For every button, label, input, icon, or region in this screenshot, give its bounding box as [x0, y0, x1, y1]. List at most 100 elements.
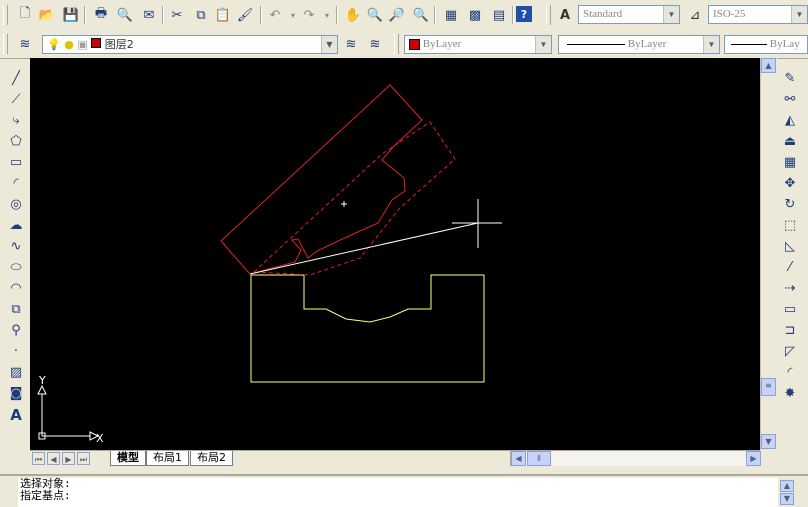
command-line-1: 选择对象: [20, 477, 71, 490]
chevron-down-icon[interactable]: ▼ [791, 6, 807, 23]
arc-icon[interactable]: ◜ [6, 173, 26, 194]
chevron-down-icon[interactable]: ▼ [321, 36, 337, 53]
separator [512, 6, 514, 24]
zoom-previous-icon[interactable]: 🔍 [412, 6, 430, 24]
stretch-icon[interactable]: ◺ [780, 236, 800, 257]
hatch-icon[interactable]: ▨ [6, 362, 26, 383]
linetype-select[interactable]: ByLayer ▼ [558, 35, 720, 54]
standard-toolbar: 🗋 📂 💾 🖶 🔍 ✉ ✂ ⧉ 📋 🖌 ↶ ▾ ↷ ▾ ✋ 🔍 🔎 🔍 ▦ ▩ … [0, 0, 808, 31]
lineweight-sample [731, 43, 767, 45]
text-style-select[interactable]: Standard ▼ [578, 5, 680, 24]
tab-layout2[interactable]: 布局2 [190, 451, 233, 466]
toolbar-grip[interactable] [3, 5, 8, 25]
layer-previous-icon[interactable]: ≋ [366, 35, 384, 53]
yellow-profile [250, 274, 485, 383]
color-value: ByLayer [422, 38, 462, 50]
scroll-thumb[interactable]: ≡ [761, 378, 776, 396]
insert-block-icon[interactable]: ⧉ [6, 299, 26, 320]
first-tab-icon[interactable]: ⏮ [32, 452, 45, 465]
array-icon[interactable]: ▦ [780, 152, 800, 173]
dim-style-icon: ⊿ [689, 7, 701, 23]
region-icon[interactable]: ◙ [6, 383, 26, 404]
scroll-left-icon[interactable]: ◀ [511, 451, 526, 466]
next-tab-icon[interactable]: ▶ [62, 452, 75, 465]
make-current-layer-icon[interactable]: ≋ [342, 35, 360, 53]
toolbar-grip[interactable] [394, 34, 399, 54]
chamfer-icon[interactable]: ◸ [780, 341, 800, 362]
redo-icon[interactable]: ↷ [300, 6, 318, 24]
toolbar-grip[interactable] [546, 5, 551, 25]
open-file-icon[interactable]: 📂 [38, 6, 56, 24]
copy-icon[interactable]: ⧉ [192, 6, 210, 24]
polygon-icon[interactable]: ⬠ [6, 131, 26, 152]
break-icon[interactable]: ▭ [780, 299, 800, 320]
join-icon[interactable]: ⊐ [780, 320, 800, 341]
help-icon[interactable]: ? [516, 6, 532, 22]
chevron-down-icon[interactable]: ▼ [703, 36, 719, 53]
cmd-scroll-up-icon[interactable]: ▲ [780, 480, 794, 492]
cmd-scroll-down-icon[interactable]: ▼ [780, 493, 794, 505]
make-block-icon[interactable]: ⚲ [6, 320, 26, 341]
explode-icon[interactable]: ✸ [780, 383, 800, 404]
lineweight-select[interactable]: ByLay [724, 35, 808, 54]
design-center-icon[interactable]: ▩ [466, 6, 484, 24]
zoom-realtime-icon[interactable]: 🔍 [366, 6, 384, 24]
zoom-window-icon[interactable]: 🔎 [388, 6, 406, 24]
publish-icon[interactable]: ✉ [140, 6, 158, 24]
spline-icon[interactable]: ∿ [6, 236, 26, 257]
erase-icon[interactable]: ✎ [780, 68, 800, 89]
color-select[interactable]: ByLayer ▼ [404, 35, 552, 54]
prev-tab-icon[interactable]: ◀ [47, 452, 60, 465]
ellipse-icon[interactable]: ⬭ [6, 257, 26, 278]
command-history[interactable]: 选择对象: 指定基点: [18, 478, 778, 507]
h-scroll-thumb[interactable]: ⦀ [527, 451, 551, 466]
print-icon[interactable]: 🖶 [92, 6, 110, 24]
cut-icon[interactable]: ✂ [168, 6, 186, 24]
new-file-icon[interactable]: 🗋 [16, 6, 34, 24]
move-icon[interactable]: ✥ [780, 173, 800, 194]
polyline-icon[interactable]: ⤷ [6, 110, 26, 131]
line-icon[interactable]: ╱ [6, 68, 26, 89]
ucs-y-arrow [37, 384, 47, 395]
chevron-down-icon[interactable]: ▼ [663, 6, 679, 23]
layer-manager-icon[interactable]: ≋ [16, 35, 34, 53]
ellipse-arc-icon[interactable]: ◠ [6, 278, 26, 299]
toolbar-grip[interactable] [3, 34, 8, 54]
paste-icon[interactable]: 📋 [214, 6, 232, 24]
fillet-icon[interactable]: ◜ [780, 362, 800, 383]
save-icon[interactable]: 💾 [62, 6, 80, 24]
match-properties-icon[interactable]: 🖌 [236, 6, 254, 24]
rectangle-icon[interactable]: ▭ [6, 152, 26, 173]
circle-icon[interactable]: ◎ [6, 194, 26, 215]
dim-style-select[interactable]: ISO-25 ▼ [708, 5, 808, 24]
properties-icon[interactable]: ▦ [442, 6, 460, 24]
last-tab-icon[interactable]: ⏭ [77, 452, 90, 465]
tab-model[interactable]: 模型 [110, 451, 146, 466]
trim-icon[interactable]: ⁄ [780, 257, 800, 278]
offset-icon[interactable]: ⏏ [780, 131, 800, 152]
plot-preview-icon[interactable]: 🔍 [116, 6, 134, 24]
mirror-icon[interactable]: ◭ [780, 110, 800, 131]
tab-layout1[interactable]: 布局1 [146, 451, 189, 466]
tool-palettes-icon[interactable]: ▤ [490, 6, 508, 24]
copy-object-icon[interactable]: ⚯ [780, 89, 800, 110]
scroll-up-icon[interactable]: ▲ [761, 58, 776, 73]
horizontal-scrollbar[interactable]: ◀ ⦀ ▶ [510, 451, 761, 466]
chevron-down-icon[interactable]: ▼ [535, 36, 551, 53]
extend-icon[interactable]: ⇢ [780, 278, 800, 299]
revision-cloud-icon[interactable]: ☁ [6, 215, 26, 236]
construction-line-icon[interactable]: ⟋ [6, 89, 26, 110]
vertical-scrollbar[interactable]: ▲ ≡ ▼ [760, 58, 777, 450]
scroll-right-icon[interactable]: ▶ [746, 451, 761, 466]
redo-dropdown-icon[interactable]: ▾ [318, 6, 336, 24]
point-icon[interactable]: · [6, 341, 26, 362]
layer-select[interactable]: 💡 ● ▣ 图层2 ▼ [42, 35, 338, 54]
separator [336, 6, 338, 24]
undo-icon[interactable]: ↶ [266, 6, 284, 24]
rotate-icon[interactable]: ↻ [780, 194, 800, 215]
pan-icon[interactable]: ✋ [344, 6, 362, 24]
scale-icon[interactable]: ⬚ [780, 215, 800, 236]
scroll-down-icon[interactable]: ▼ [761, 434, 776, 449]
drawing-canvas[interactable]: X Y [30, 58, 760, 450]
multiline-text-icon[interactable]: A [6, 404, 26, 425]
